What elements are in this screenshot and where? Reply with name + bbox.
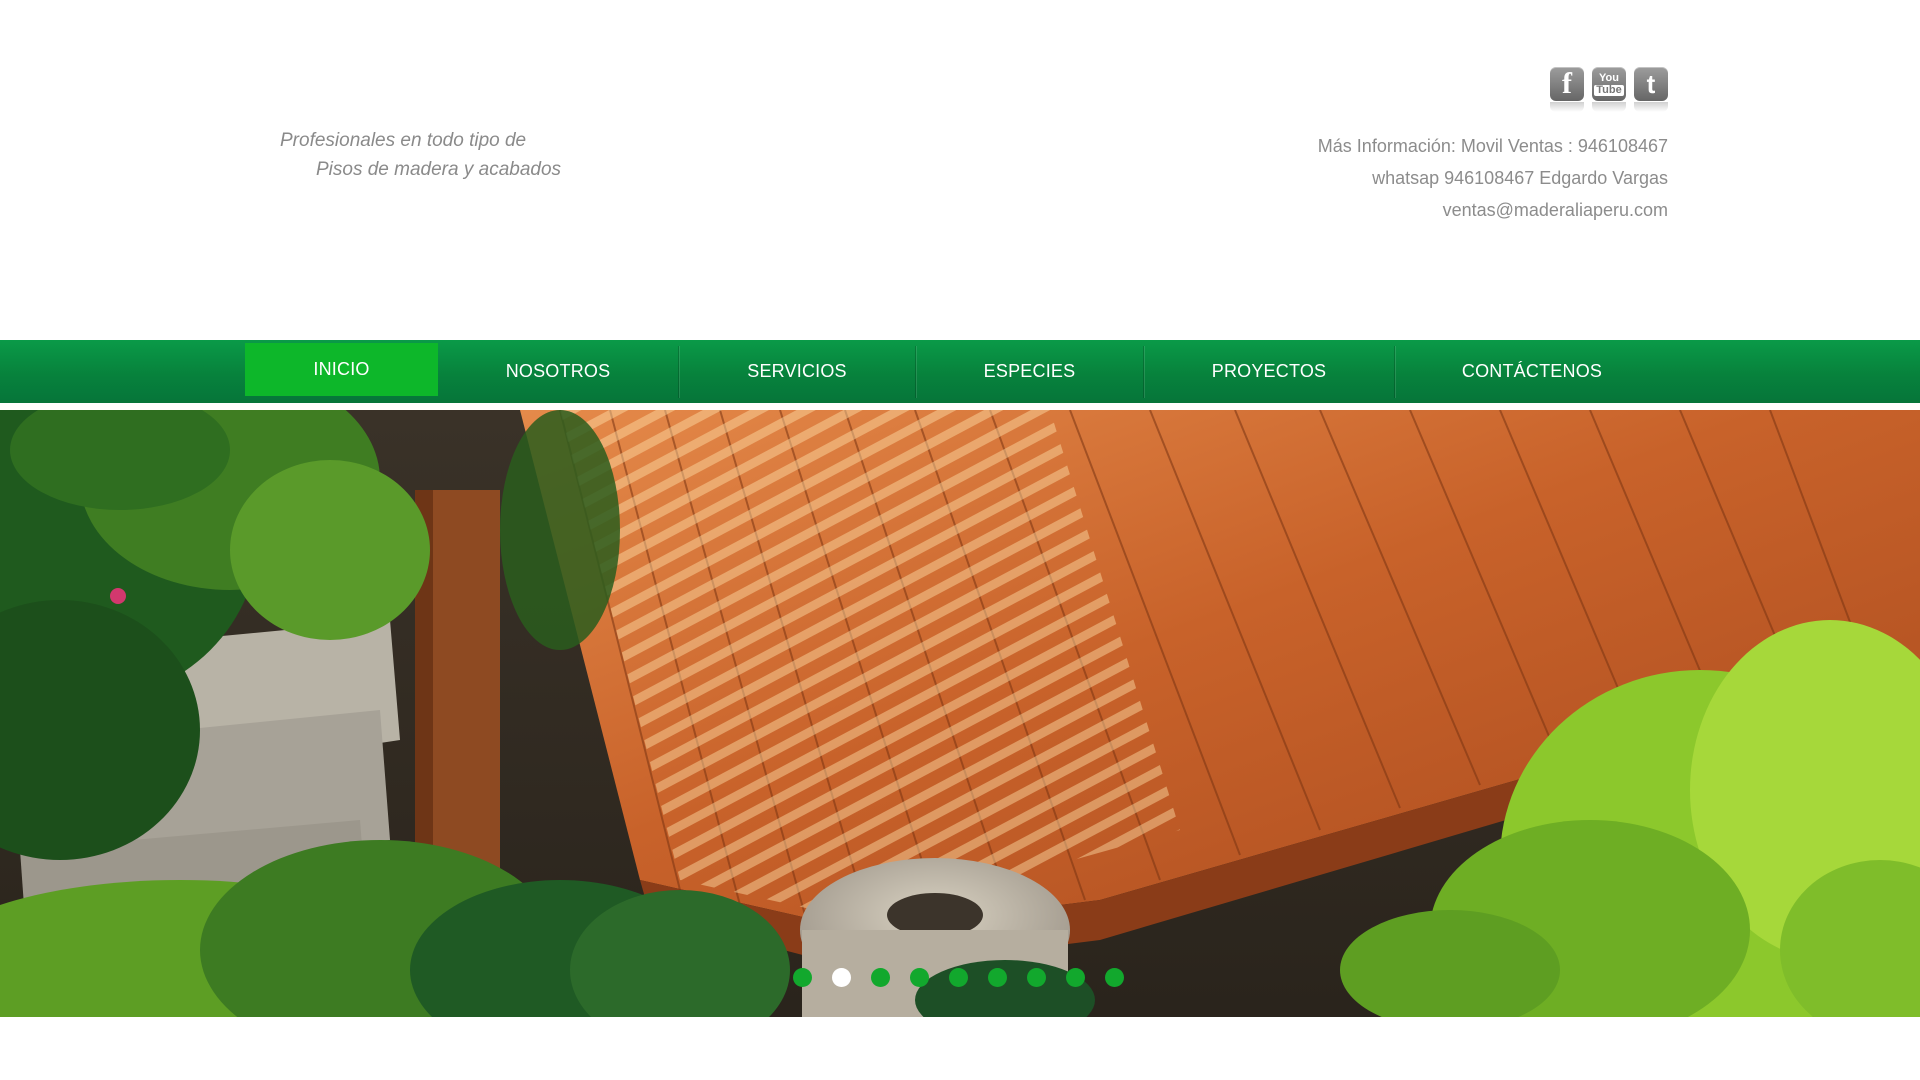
slider-dot[interactable] (988, 968, 1007, 987)
nav-item-contactenos[interactable]: CONTÁCTENOS (1395, 340, 1669, 403)
tagline-line-2: Pisos de madera y acabados (316, 159, 562, 180)
slider-pagination (793, 968, 1124, 987)
wooden-deck-garden-photo (0, 410, 1920, 1017)
contact-phone: Más Información: Movil Ventas : 94610846… (1317, 136, 1668, 156)
slider-dot[interactable] (793, 968, 812, 987)
slider-dot[interactable] (910, 968, 929, 987)
contact-email[interactable]: ventas@maderaliaperu.com (1318, 194, 1668, 226)
youtube-icon: You Tube (1592, 67, 1626, 101)
page: Profesionales en todo tipo de Pisos de m… (0, 0, 1920, 1080)
contact-whatsapp: whatsap 946108467 Edgardo Vargas (1372, 168, 1668, 188)
slider-dot[interactable] (871, 968, 890, 987)
icon-reflection (1550, 102, 1584, 112)
icon-reflection (1592, 102, 1626, 112)
nav-item-servicios[interactable]: SERVICIOS (679, 340, 915, 403)
hero-slider[interactable] (0, 410, 1920, 1017)
nav-item-proyectos[interactable]: PROYECTOS (1144, 340, 1394, 403)
nav-item-nosotros[interactable]: NOSOTROS (438, 340, 678, 403)
facebook-icon: f (1550, 67, 1584, 101)
slider-dot-active[interactable] (832, 968, 851, 987)
slider-dot[interactable] (949, 968, 968, 987)
facebook-link[interactable]: f (1550, 67, 1584, 113)
site-tagline: Profesionales en todo tipo de Pisos de m… (280, 126, 610, 184)
main-nav: INICIO NOSOTROS SERVICIOS ESPECIES PROYE… (0, 340, 1920, 403)
youtube-icon-tube: Tube (1594, 83, 1624, 96)
nav-item-especies[interactable]: ESPECIES (916, 340, 1143, 403)
nav-item-inicio[interactable]: INICIO (245, 343, 438, 396)
tagline-line-1: Profesionales en todo tipo de (280, 130, 527, 151)
youtube-icon-you: You (1599, 71, 1619, 84)
social-links: f You Tube t (1550, 67, 1668, 113)
slider-dot[interactable] (1105, 968, 1124, 987)
slider-dot[interactable] (1066, 968, 1085, 987)
slider-dot[interactable] (1027, 968, 1046, 987)
twitter-link[interactable]: t (1634, 67, 1668, 113)
twitter-icon: t (1634, 67, 1668, 101)
youtube-link[interactable]: You Tube (1592, 67, 1626, 113)
icon-reflection (1634, 102, 1668, 112)
contact-info: Más Información: Movil Ventas : 94610846… (1318, 130, 1668, 226)
